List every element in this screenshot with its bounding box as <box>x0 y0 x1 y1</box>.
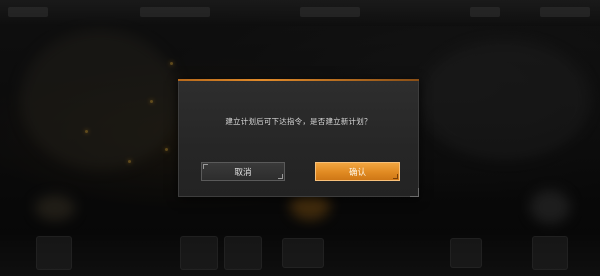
confirm-dialog: 建立计划后可下达指令，是否建立新计划？ 取消 确认 <box>178 79 419 197</box>
cancel-button[interactable]: 取消 <box>201 162 285 181</box>
dialog-accent-line <box>178 79 419 81</box>
dialog-corner-mark <box>410 188 419 197</box>
corner-mark <box>393 174 398 179</box>
confirm-button[interactable]: 确认 <box>315 162 400 181</box>
corner-mark <box>203 164 208 169</box>
game-screen: 建立计划后可下达指令，是否建立新计划？ 取消 确认 <box>0 0 600 276</box>
corner-mark <box>278 174 283 179</box>
dialog-message: 建立计划后可下达指令，是否建立新计划？ <box>225 117 372 126</box>
confirm-button-label: 确认 <box>348 167 366 178</box>
cancel-button-label: 取消 <box>234 167 252 178</box>
